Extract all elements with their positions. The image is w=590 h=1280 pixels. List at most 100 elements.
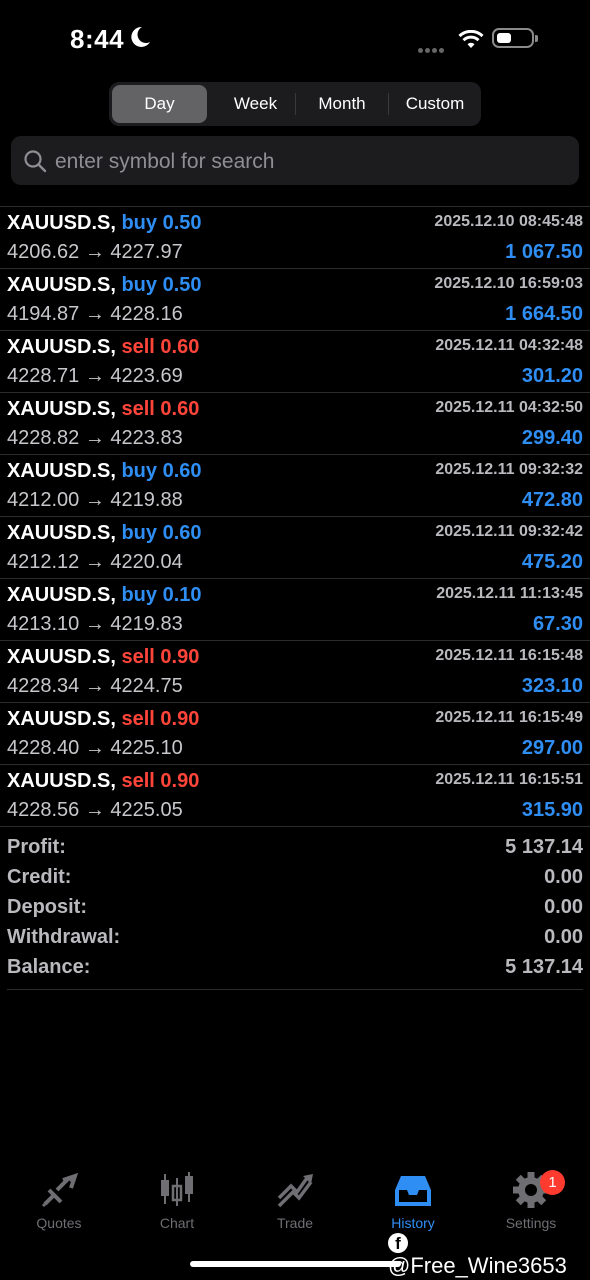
summary-row-balance: Balance: 5 137.14 (7, 954, 583, 984)
trade-icon (277, 1174, 313, 1208)
search-bar (11, 136, 579, 187)
deal-symbol: XAUUSD.S, (7, 460, 116, 482)
tab-chart[interactable]: Chart (118, 1164, 236, 1234)
deal-datetime: 2025.12.10 16:59:03 (434, 275, 583, 292)
arrow-icon: → (84, 799, 105, 821)
deal-title: XAUUSD.S, buy 0.50 (7, 212, 202, 235)
battery-icon (492, 28, 538, 48)
deal-datetime: 2025.12.11 04:32:48 (435, 337, 583, 354)
cellular-signal-icon (418, 40, 450, 53)
search-input[interactable] (53, 136, 567, 187)
deal-datetime: 2025.12.11 16:15:51 (435, 771, 583, 788)
deal-open-price: 4228.40 (7, 737, 80, 759)
tab-quotes[interactable]: Quotes (0, 1164, 118, 1234)
deal-title: XAUUSD.S, buy 0.10 (7, 584, 202, 607)
summary-label: Profit: (7, 836, 66, 858)
deal-volume: 0.50 (162, 274, 202, 296)
deal-profit: 297.00 (521, 737, 583, 759)
tab-trade[interactable]: Trade (236, 1164, 354, 1234)
deal-title: XAUUSD.S, buy 0.60 (7, 522, 202, 545)
deal-row[interactable]: XAUUSD.S, buy 0.50 2025.12.10 16:59:03 419… (0, 269, 590, 331)
history-icon (395, 1176, 431, 1206)
deal-profit: 472.80 (521, 489, 583, 511)
period-tab-month[interactable]: Month (296, 85, 388, 123)
deal-title: XAUUSD.S, buy 0.60 (7, 460, 202, 483)
deal-datetime: 2025.12.11 09:32:42 (435, 523, 583, 540)
deal-row[interactable]: XAUUSD.S, sell 0.60 2025.12.11 04:32:48 42… (0, 331, 590, 393)
deal-row[interactable]: XAUUSD.S, sell 0.90 2025.12.11 16:15:49 42… (0, 703, 590, 765)
watermark: f@Free_Wine3653 (388, 1227, 590, 1279)
arrow-icon: → (84, 303, 105, 325)
deal-profit: 475.20 (521, 551, 583, 573)
deal-profit: 1 664.50 (505, 303, 583, 325)
period-tab-custom[interactable]: Custom (389, 85, 481, 123)
status-time: 8:44 (70, 24, 125, 54)
deal-open-price: 4212.12 (7, 551, 80, 573)
deal-row[interactable]: XAUUSD.S, sell 0.90 2025.12.11 16:15:48 42… (0, 641, 590, 703)
deal-side: sell (121, 398, 155, 420)
deal-title: XAUUSD.S, sell 0.60 (7, 336, 199, 359)
deal-symbol: XAUUSD.S, (7, 770, 116, 792)
summary-row-profit: Profit: 5 137.14 (7, 834, 583, 864)
deal-close-price: 4223.69 (110, 365, 183, 387)
deal-side: sell (121, 708, 155, 730)
tab-label: Quotes (36, 1215, 82, 1231)
period-tab-day[interactable]: Day (112, 85, 207, 123)
deal-open-price: 4228.82 (7, 427, 80, 449)
period-tab-week[interactable]: Week (209, 85, 302, 123)
deal-prices: 4212.12 → 4220.04 (7, 551, 183, 574)
deal-prices: 4194.87 → 4228.16 (7, 303, 183, 326)
deal-open-price: 4228.56 (7, 799, 80, 821)
period-segmented-control: Day Week Month Custom (109, 82, 481, 126)
deal-row[interactable]: XAUUSD.S, buy 0.10 2025.12.11 11:13:45 421… (0, 579, 590, 641)
deal-title: XAUUSD.S, sell 0.90 (7, 646, 199, 669)
deal-volume: 0.90 (160, 770, 200, 792)
moon-icon (131, 26, 150, 47)
deal-datetime: 2025.12.11 11:13:45 (436, 585, 583, 602)
deal-side: buy (121, 274, 158, 296)
deal-row[interactable]: XAUUSD.S, buy 0.50 2025.12.10 08:45:48 420… (0, 207, 590, 269)
deal-open-price: 4212.00 (7, 489, 80, 511)
watermark-text: @Free_Wine3653 (388, 1253, 567, 1278)
deal-close-price: 4225.10 (110, 737, 183, 759)
deal-symbol: XAUUSD.S, (7, 646, 116, 668)
summary-label: Balance: (7, 956, 91, 978)
summary-label: Deposit: (7, 896, 87, 918)
deal-symbol: XAUUSD.S, (7, 336, 116, 358)
deal-row[interactable]: XAUUSD.S, buy 0.60 2025.12.11 09:32:32 421… (0, 455, 590, 517)
summary-row-deposit: Deposit: 0.00 (7, 894, 583, 924)
arrow-icon: → (84, 489, 105, 511)
deal-close-price: 4225.05 (110, 799, 183, 821)
summary-value: 0.00 (544, 866, 583, 888)
deal-profit: 299.40 (521, 427, 583, 449)
arrow-icon: → (84, 551, 105, 573)
deal-row[interactable]: XAUUSD.S, sell 0.90 2025.12.11 16:15:51 42… (0, 765, 590, 827)
deal-symbol: XAUUSD.S, (7, 274, 116, 296)
deal-side: sell (121, 646, 155, 668)
facebook-icon: f (388, 1233, 408, 1253)
tab-settings[interactable]: Settings (472, 1164, 590, 1234)
deal-datetime: 2025.12.11 16:15:48 (435, 647, 583, 664)
chart-icon (161, 1172, 193, 1206)
deal-datetime: 2025.12.10 08:45:48 (434, 213, 583, 230)
tab-history[interactable]: History (354, 1164, 472, 1234)
deal-profit: 301.20 (521, 365, 583, 387)
deal-close-price: 4228.16 (110, 303, 183, 325)
deal-volume: 0.60 (160, 336, 200, 358)
deal-datetime: 2025.12.11 04:32:50 (435, 399, 583, 416)
deal-profit: 67.30 (532, 613, 583, 635)
deal-close-price: 4223.83 (110, 427, 183, 449)
divider (7, 989, 583, 990)
deal-row[interactable]: XAUUSD.S, buy 0.60 2025.12.11 09:32:42 421… (0, 517, 590, 579)
deal-volume: 0.60 (160, 398, 200, 420)
deal-profit: 1 067.50 (505, 241, 583, 263)
summary-row-credit: Credit: 0.00 (7, 864, 583, 894)
summary-value: 5 137.14 (505, 956, 583, 978)
deal-side: buy (121, 460, 158, 482)
deal-prices: 4212.00 → 4219.88 (7, 489, 183, 512)
deal-datetime: 2025.12.11 16:15:49 (435, 709, 583, 726)
deal-row[interactable]: XAUUSD.S, sell 0.60 2025.12.11 04:32:50 42… (0, 393, 590, 455)
summary-value: 0.00 (544, 926, 583, 948)
deal-side: sell (121, 336, 155, 358)
deal-open-price: 4228.34 (7, 675, 80, 697)
